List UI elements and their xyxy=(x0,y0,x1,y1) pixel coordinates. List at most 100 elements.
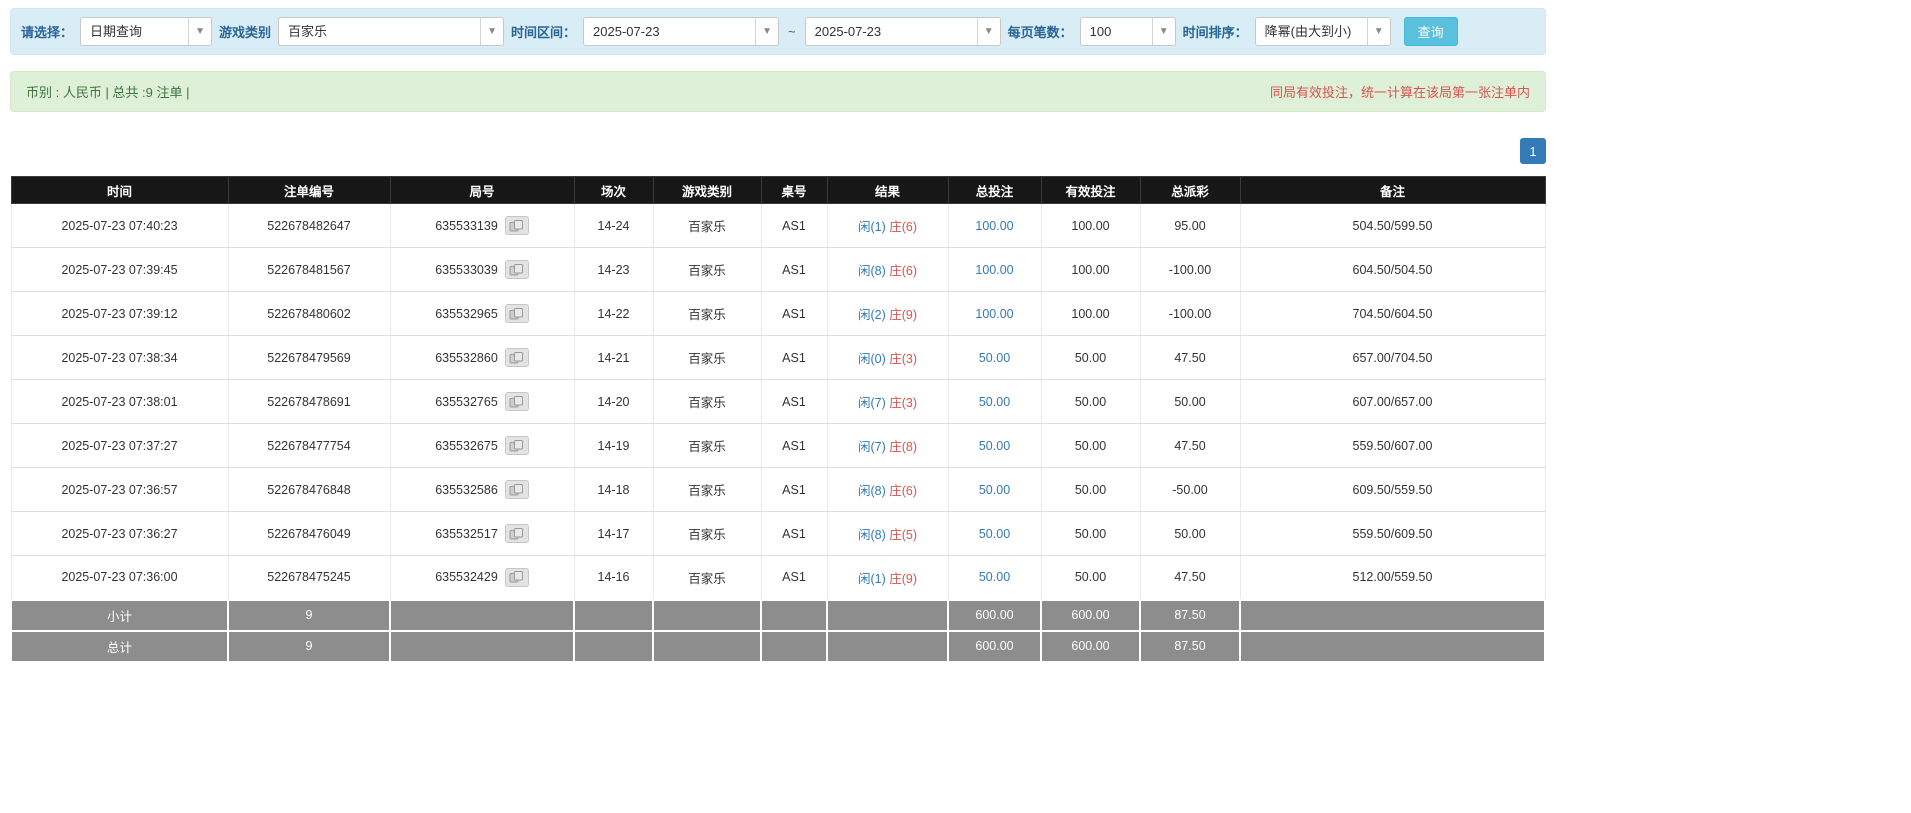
cell-total-bet: 100.00 xyxy=(947,247,1042,292)
col-total-bet: 总投注 xyxy=(947,176,1042,204)
cell-session: 14-24 xyxy=(573,203,654,248)
date-range-tilde: ~ xyxy=(788,24,796,39)
query-button[interactable]: 查询 xyxy=(1403,17,1458,46)
table-header: 时间 注单编号 局号 场次 游戏类别 桌号 结果 总投注 有效投注 总派彩 备注 xyxy=(10,176,1546,204)
round-number: 635533039 xyxy=(435,262,498,277)
cell-table-no: AS1 xyxy=(760,335,828,380)
total-bet-link[interactable]: 50.00 xyxy=(979,527,1010,541)
game-category-dropdown[interactable]: 百家乐 ▼ xyxy=(278,17,505,46)
chevron-down-icon: ▼ xyxy=(755,18,778,45)
table-row: 2025-07-23 07:37:27 522678477754 6355326… xyxy=(10,423,1546,468)
view-cards-icon[interactable] xyxy=(504,392,529,411)
cell-payout: 50.00 xyxy=(1139,511,1241,556)
query-type-value: 日期查询 xyxy=(90,24,143,39)
cell-bet-id: 522678479569 xyxy=(227,335,391,380)
result-player: 闲(7) xyxy=(857,396,886,410)
cell-time: 2025-07-23 07:36:27 xyxy=(10,511,229,556)
time-sort-value: 降幂(由大到小) xyxy=(1264,24,1352,39)
cell-bet-id: 522678476049 xyxy=(227,511,391,556)
total-bet-link[interactable]: 50.00 xyxy=(979,439,1010,453)
cell-time: 2025-07-23 07:38:01 xyxy=(10,379,229,424)
chevron-down-icon: ▼ xyxy=(480,18,503,45)
round-number: 635532586 xyxy=(435,482,498,497)
date-to-picker[interactable]: 2025-07-23 ▼ xyxy=(804,17,1001,46)
table-row: 2025-07-23 07:40:23 522678482647 6355331… xyxy=(10,203,1546,248)
subtotal-row: 小计 9 600.00 600.00 87.50 xyxy=(10,598,1546,632)
col-round: 局号 xyxy=(389,176,575,204)
result-player: 闲(0) xyxy=(857,352,886,366)
table-row: 2025-07-23 07:36:57 522678476848 6355325… xyxy=(10,467,1546,512)
cell-valid-bet: 50.00 xyxy=(1040,555,1141,600)
total-bet-link[interactable]: 50.00 xyxy=(979,483,1010,497)
cell-table-no: AS1 xyxy=(760,379,828,424)
cell-session: 14-23 xyxy=(573,247,654,292)
view-cards-icon[interactable] xyxy=(504,567,529,587)
cell-round: 635533039 xyxy=(389,247,575,292)
cell-time: 2025-07-23 07:36:00 xyxy=(10,555,229,600)
per-page-dropdown[interactable]: 100 ▼ xyxy=(1079,17,1176,46)
view-cards-icon[interactable] xyxy=(504,260,529,279)
cell-table-no: AS1 xyxy=(760,203,828,248)
cell-result: 闲(8) 庄(5) xyxy=(826,511,949,556)
cell-remark: 657.00/704.50 xyxy=(1239,335,1546,380)
col-remark: 备注 xyxy=(1239,176,1546,204)
view-cards-icon[interactable] xyxy=(504,480,529,499)
cell-time: 2025-07-23 07:39:45 xyxy=(10,247,229,292)
time-sort-dropdown[interactable]: 降幂(由大到小) ▼ xyxy=(1254,17,1391,46)
col-game: 游戏类别 xyxy=(652,176,762,204)
table-body: 2025-07-23 07:40:23 522678482647 6355331… xyxy=(10,203,1546,600)
round-number: 635532675 xyxy=(435,438,498,453)
view-cards-icon[interactable] xyxy=(504,348,529,367)
cell-bet-id: 522678477754 xyxy=(227,423,391,468)
table-row: 2025-07-23 07:36:27 522678476049 6355325… xyxy=(10,511,1546,556)
cell-game: 百家乐 xyxy=(652,555,762,600)
view-cards-icon[interactable] xyxy=(504,304,529,323)
table-row: 2025-07-23 07:38:01 522678478691 6355327… xyxy=(10,379,1546,424)
total-label: 总计 xyxy=(10,629,229,663)
cell-table-no: AS1 xyxy=(760,467,828,512)
cell-total-bet: 100.00 xyxy=(947,291,1042,336)
table-footer: 小计 9 600.00 600.00 87.50 总计 9 600.00 600… xyxy=(10,598,1546,663)
round-number: 635532965 xyxy=(435,306,498,321)
cell-session: 14-20 xyxy=(573,379,654,424)
col-bet-id: 注单编号 xyxy=(227,176,391,204)
cell-remark: 559.50/607.00 xyxy=(1239,423,1546,468)
cell-table-no: AS1 xyxy=(760,291,828,336)
cell-total-bet: 50.00 xyxy=(947,335,1042,380)
total-bet-link[interactable]: 100.00 xyxy=(975,219,1013,233)
result-banker: 庄(9) xyxy=(889,571,918,586)
total-bet-link[interactable]: 50.00 xyxy=(979,395,1010,409)
result-player: 闲(2) xyxy=(857,308,886,322)
cell-game: 百家乐 xyxy=(652,511,762,556)
cell-valid-bet: 50.00 xyxy=(1040,423,1141,468)
result-player: 闲(1) xyxy=(857,220,886,234)
total-bet-link[interactable]: 100.00 xyxy=(975,263,1013,277)
cell-game: 百家乐 xyxy=(652,335,762,380)
cell-session: 14-18 xyxy=(573,467,654,512)
view-cards-icon[interactable] xyxy=(504,216,529,235)
date-from-picker[interactable]: 2025-07-23 ▼ xyxy=(583,17,780,46)
cell-payout: 47.50 xyxy=(1139,423,1241,468)
cell-result: 闲(1) 庄(9) xyxy=(826,555,949,600)
cell-valid-bet: 100.00 xyxy=(1040,247,1141,292)
time-sort-label: 时间排序： xyxy=(1182,25,1248,40)
result-player: 闲(1) xyxy=(857,571,886,586)
total-bet-link[interactable]: 50.00 xyxy=(979,570,1010,584)
total-bet-link[interactable]: 100.00 xyxy=(975,307,1013,321)
cell-round: 635532429 xyxy=(389,555,575,600)
view-cards-icon[interactable] xyxy=(504,436,529,455)
cell-total-bet: 50.00 xyxy=(947,467,1042,512)
total-bet-link[interactable]: 50.00 xyxy=(979,351,1010,365)
result-banker: 庄(3) xyxy=(889,396,918,410)
subtotal-valid-bet: 600.00 xyxy=(1040,598,1141,632)
cell-table-no: AS1 xyxy=(760,555,828,600)
view-cards-icon[interactable] xyxy=(504,524,529,543)
page-1-button[interactable]: 1 xyxy=(1520,138,1546,164)
query-type-dropdown[interactable]: 日期查询 ▼ xyxy=(80,17,213,46)
col-result: 结果 xyxy=(826,176,949,204)
cell-table-no: AS1 xyxy=(760,511,828,556)
cell-remark: 512.00/559.50 xyxy=(1239,555,1546,600)
table-row: 2025-07-23 07:39:45 522678481567 6355330… xyxy=(10,247,1546,292)
page-container: 请选择： 日期查询 ▼ 游戏类别 百家乐 ▼ 时间区间： 2025-07-23 … xyxy=(0,0,1556,671)
result-banker: 庄(9) xyxy=(889,308,918,322)
